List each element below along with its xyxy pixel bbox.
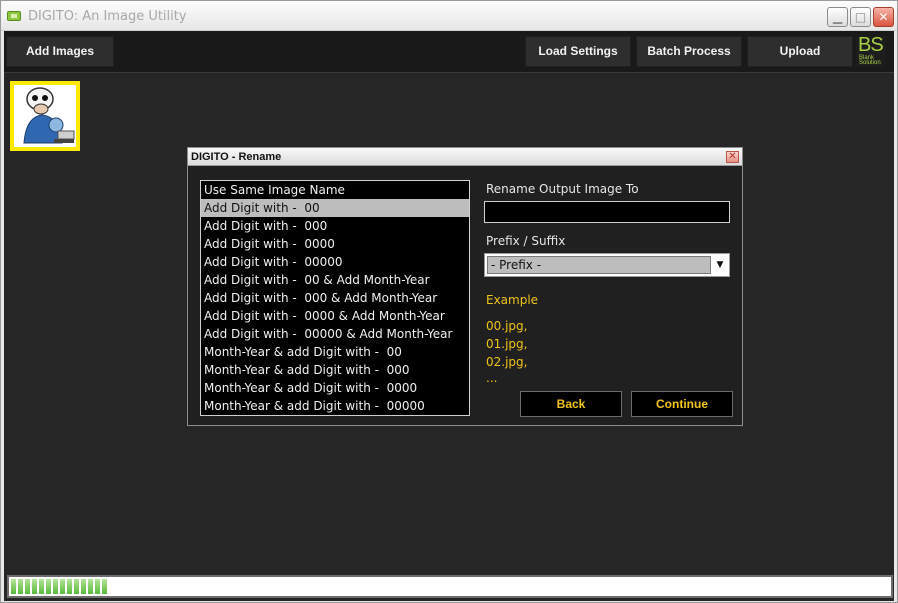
progress-fill (11, 579, 107, 594)
example-line: 00.jpg, (486, 319, 528, 333)
list-item[interactable]: Month-Year & add Digit with - 00 (201, 343, 469, 361)
progress-segment (102, 579, 107, 594)
list-item[interactable]: Use Same Image Name (201, 181, 469, 199)
progress-segment (18, 579, 23, 594)
dialog-title: DIGITO - Rename (191, 151, 282, 163)
example-line: 01.jpg, (486, 337, 528, 351)
image-thumbnail[interactable] (10, 81, 80, 151)
title-bar[interactable]: DIGITO: An Image Utility ▁ □ ✕ (1, 1, 897, 31)
main-toolbar: Add Images Load Settings Batch Process U… (4, 31, 894, 73)
logo-subtitle: Blank Solution (859, 55, 881, 66)
back-button[interactable]: Back (520, 391, 622, 417)
example-heading: Example (486, 293, 539, 307)
list-item[interactable]: Add Digit with - 00 (201, 199, 469, 217)
rename-options-list[interactable]: Use Same Image Name Add Digit with - 00 Ad… (200, 180, 470, 416)
list-item[interactable]: Month-Year & add Digit with - 00000 (201, 397, 469, 415)
list-item[interactable]: Add Digit with - 0000 (201, 235, 469, 253)
example-line: 02.jpg, (486, 355, 528, 369)
progress-segment (32, 579, 37, 594)
list-item[interactable]: Add Digit with - 00 & Add Month-Year (201, 271, 469, 289)
example-line: ... (486, 371, 498, 385)
progress-segment (60, 579, 65, 594)
list-item[interactable]: Add Digit with - 000 & Add Month-Year (201, 289, 469, 307)
list-item[interactable]: Add Digit with - 00000 & Add Month-Year (201, 325, 469, 343)
list-item[interactable]: Add Digit with - 0000 & Add Month-Year (201, 307, 469, 325)
list-item[interactable]: Month-Year & add Digit with - 0000 (201, 379, 469, 397)
continue-button[interactable]: Continue (631, 391, 733, 417)
list-item[interactable]: Add Digit with - 000 (201, 217, 469, 235)
prefix-suffix-value: - Prefix - (487, 256, 711, 274)
window-title: DIGITO: An Image Utility (28, 9, 187, 24)
batch-process-button[interactable]: Batch Process (636, 36, 742, 67)
prefix-suffix-label: Prefix / Suffix (486, 234, 566, 248)
rename-dialog: DIGITO - Rename ✕ Use Same Image Name Add… (187, 147, 743, 426)
list-item[interactable]: Add Digit with - 00000 (201, 253, 469, 271)
progress-segment (25, 579, 30, 594)
load-settings-button[interactable]: Load Settings (525, 36, 631, 67)
add-images-button[interactable]: Add Images (6, 36, 114, 67)
progress-segment (88, 579, 93, 594)
chevron-down-icon[interactable]: ▼ (712, 255, 728, 275)
progress-segment (81, 579, 86, 594)
prefix-suffix-select[interactable]: - Prefix - ▼ (484, 253, 730, 277)
progress-segment (74, 579, 79, 594)
minimize-button[interactable]: ▁ (827, 7, 848, 27)
progress-segment (46, 579, 51, 594)
progress-segment (67, 579, 72, 594)
progress-segment (11, 579, 16, 594)
progress-segment (95, 579, 100, 594)
close-window-button[interactable]: ✕ (873, 7, 894, 27)
dialog-title-bar[interactable]: DIGITO - Rename ✕ (188, 148, 742, 166)
upload-button[interactable]: Upload (747, 36, 853, 67)
progress-segment (39, 579, 44, 594)
progress-bar (7, 575, 893, 598)
thumbnail-image (14, 85, 76, 147)
maximize-button[interactable]: □ (850, 7, 871, 27)
list-item[interactable]: Month-Year & add Digit with - 000 (201, 361, 469, 379)
client-area: Add Images Load Settings Batch Process U… (4, 31, 894, 601)
app-window: DIGITO: An Image Utility ▁ □ ✕ Add Image… (0, 0, 898, 603)
brand-logo: BS Blank Solution (856, 34, 886, 67)
progress-segment (53, 579, 58, 594)
rename-output-label: Rename Output Image To (486, 182, 639, 196)
logo-mark: BS (858, 34, 884, 56)
app-icon (7, 11, 21, 21)
rename-output-input[interactable] (484, 201, 730, 223)
cartoon-illustration-icon (23, 87, 75, 144)
dialog-close-icon[interactable]: ✕ (726, 151, 739, 163)
